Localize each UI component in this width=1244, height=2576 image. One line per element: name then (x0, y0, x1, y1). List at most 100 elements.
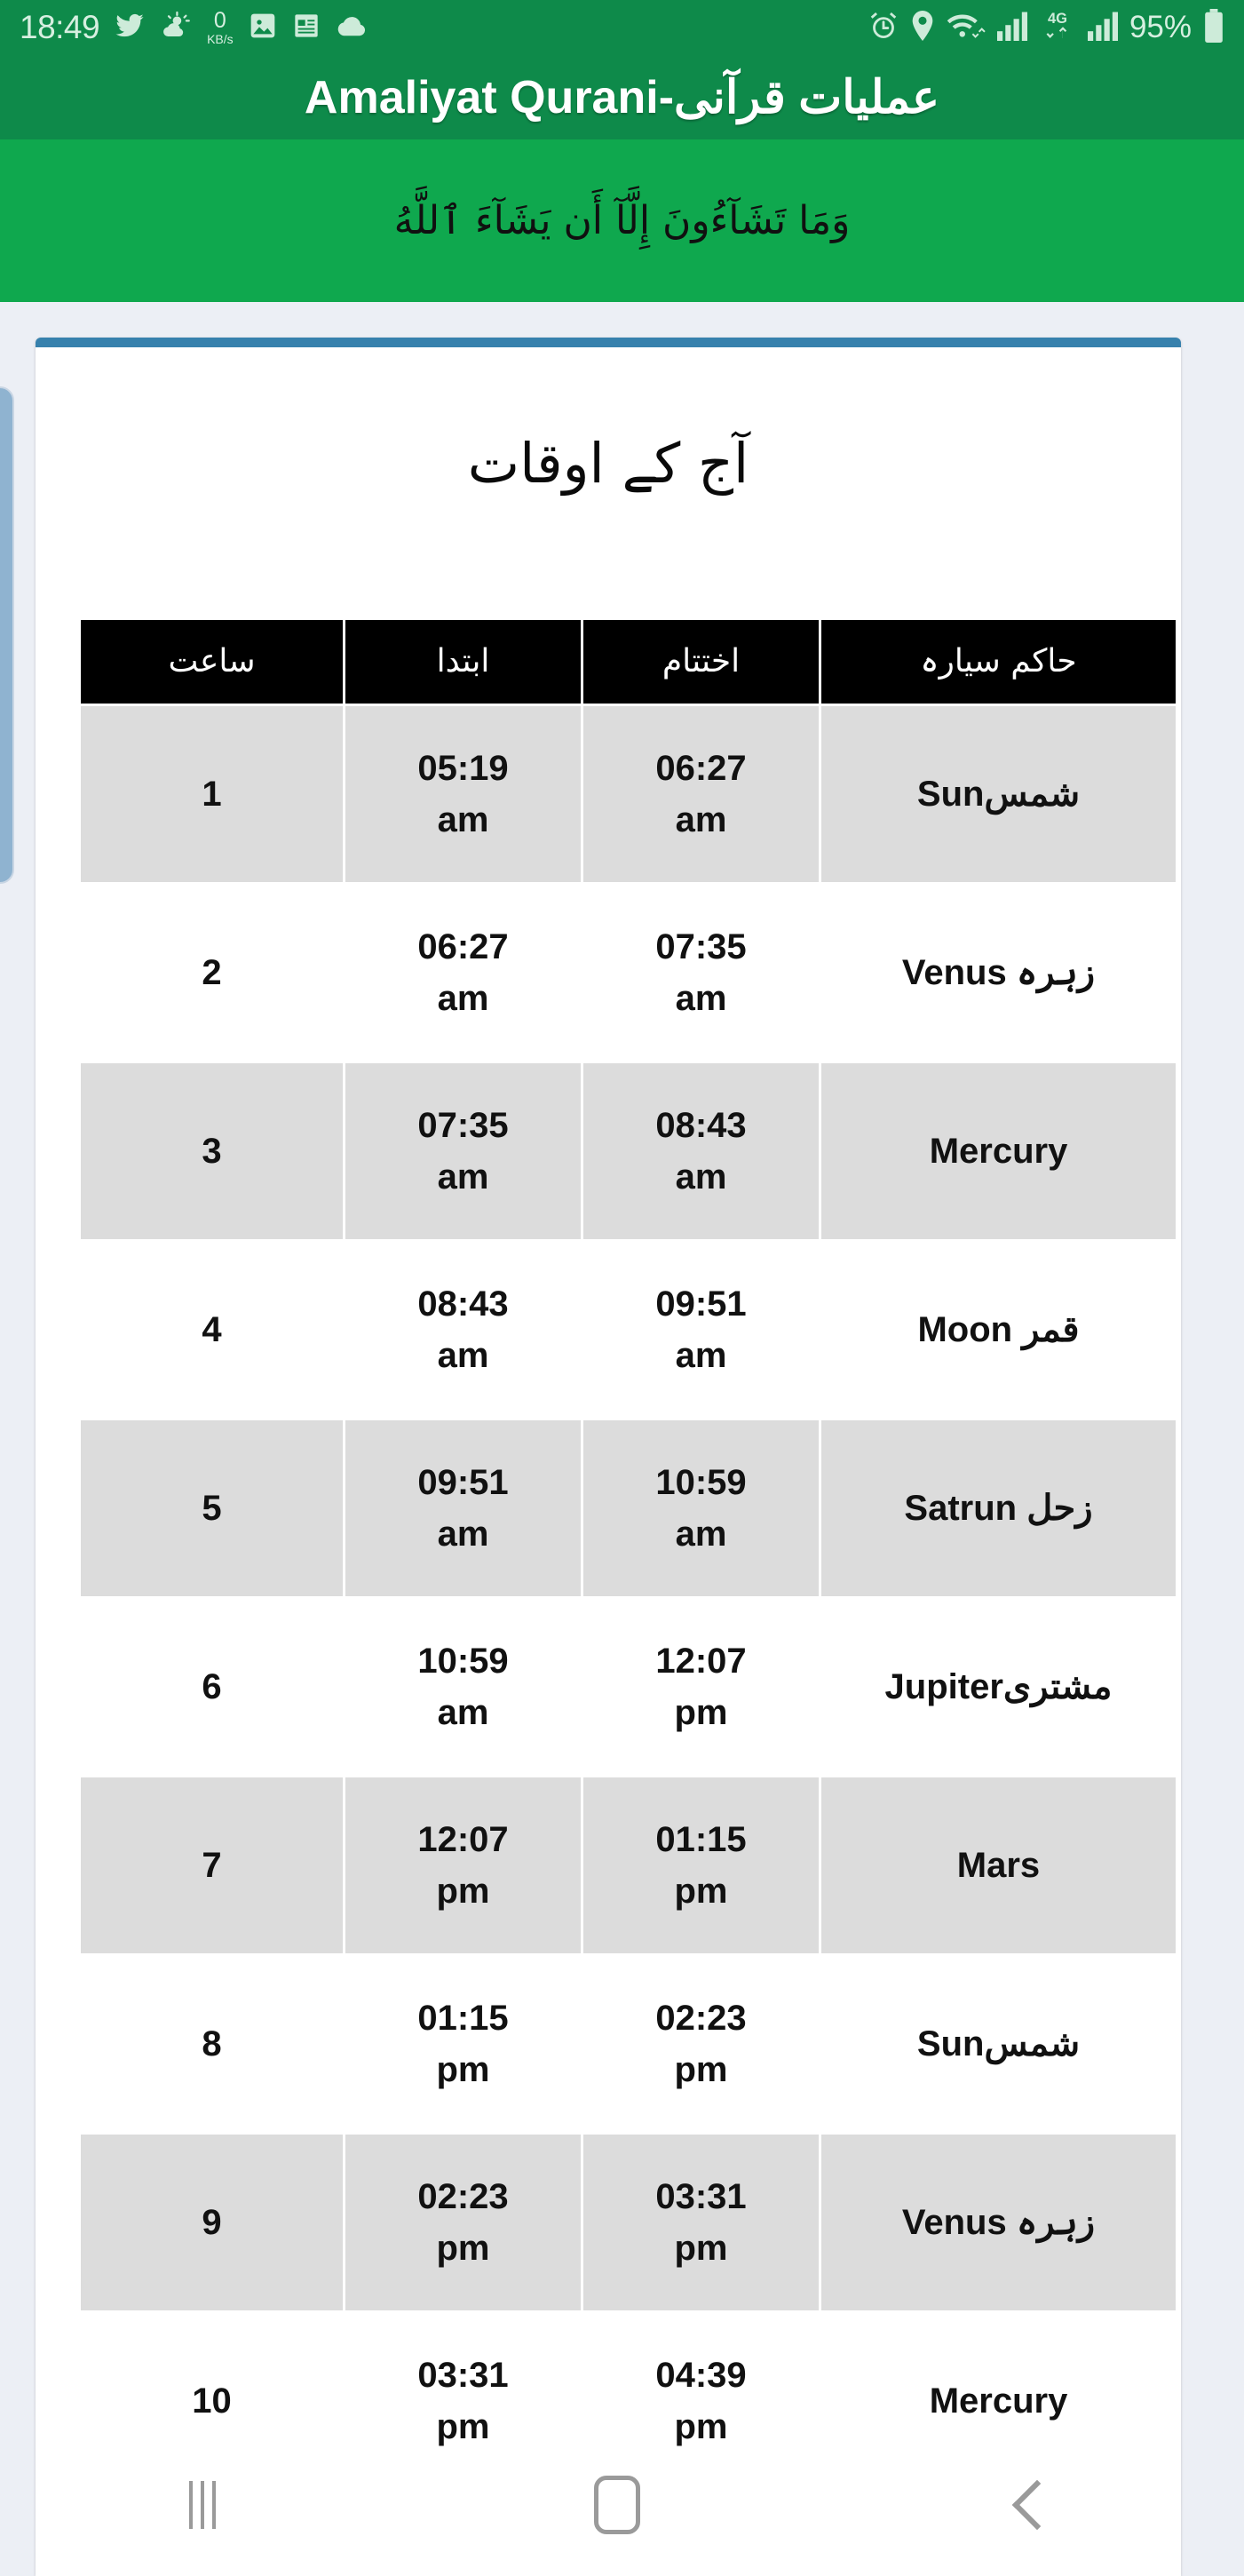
cell-hour-number: 3 (81, 1062, 343, 1239)
start-time-value: 06:27 (417, 926, 509, 966)
column-header-end: اختتام (583, 619, 819, 704)
end-time-meridiem: am (675, 799, 727, 839)
cell-ruling-planet: شمسSun (821, 1955, 1176, 2132)
start-time-meridiem: am (437, 1514, 489, 1554)
column-header-start: ابتدا (345, 619, 581, 704)
cell-ruling-planet: زحل Satrun (821, 1419, 1176, 1596)
planetary-hours-table: ساعت ابتدا اختتام حاکم سیارہ 1 05:19 am 06:… (78, 617, 1178, 2492)
end-time-meridiem: am (675, 1514, 727, 1554)
table-row: 6 10:59 am 12:07 pm مشتریJupiter (81, 1598, 1176, 1775)
twitter-icon (115, 11, 145, 45)
start-time-meridiem: am (437, 978, 489, 1018)
cell-start-time: 02:23 pm (345, 2134, 581, 2310)
end-time-value: 01:15 (655, 1819, 747, 1859)
start-time-value: 05:19 (417, 748, 509, 788)
end-time-value: 04:39 (655, 2355, 747, 2395)
table-row: 1 05:19 am 06:27 am شمسSun (81, 705, 1176, 882)
start-time-meridiem: am (437, 1157, 489, 1197)
cell-start-time: 09:51 am (345, 1419, 581, 1596)
start-time-value: 09:51 (417, 1462, 509, 1502)
verse-banner: وَمَا تَشَآءُونَ إِلَّآ أَن يَشَآءَ ٱللَ… (0, 139, 1244, 302)
end-time-meridiem: pm (674, 1871, 728, 1911)
start-time-meridiem: pm (436, 2049, 490, 2089)
end-time-meridiem: pm (674, 2406, 728, 2446)
cell-hour-number: 1 (81, 705, 343, 882)
start-time-value: 02:23 (417, 2176, 509, 2216)
cell-end-time: 07:35 am (583, 884, 819, 1061)
cell-end-time: 10:59 am (583, 1419, 819, 1596)
cell-hour-number: 10 (81, 2312, 343, 2489)
gallery-icon (249, 11, 277, 45)
cell-start-time: 12:07 pm (345, 1777, 581, 1953)
cell-ruling-planet: Mars (821, 1777, 1176, 1953)
cell-start-time: 06:27 am (345, 884, 581, 1061)
cell-end-time: 12:07 pm (583, 1598, 819, 1775)
start-time-meridiem: am (437, 1335, 489, 1375)
table-head: ساعت ابتدا اختتام حاکم سیارہ (81, 619, 1176, 704)
table-body: 1 05:19 am 06:27 am شمسSun 2 06:27 am 07:35 am زہرہ… (81, 705, 1176, 2489)
quran-verse-text: وَمَا تَشَآءُونَ إِلَّآ أَن يَشَآءَ ٱللَ… (393, 198, 851, 243)
cell-start-time: 07:35 am (345, 1062, 581, 1239)
cell-end-time: 06:27 am (583, 705, 819, 882)
cell-ruling-planet: Mercury (821, 1062, 1176, 1239)
end-time-meridiem: am (675, 1335, 727, 1375)
end-time-value: 10:59 (655, 1462, 747, 1502)
cell-hour-number: 8 (81, 1955, 343, 2132)
table-row: 5 09:51 am 10:59 am زحل Satrun (81, 1419, 1176, 1596)
cell-start-time: 01:15 pm (345, 1955, 581, 2132)
data-speed-icon: 0 KB/s (207, 8, 234, 46)
column-header-planet: حاکم سیارہ (821, 619, 1176, 704)
battery-icon (1203, 8, 1224, 47)
status-bar: 18:49 0 KB/s 4G 95% (0, 0, 1244, 55)
alarm-icon (868, 11, 899, 45)
end-time-value: 03:31 (655, 2176, 747, 2216)
cloud-icon (336, 12, 368, 44)
end-time-value: 06:27 (655, 748, 747, 788)
cell-start-time: 08:43 am (345, 1241, 581, 1418)
signal-icon (996, 11, 1027, 45)
table-header-row: ساعت ابتدا اختتام حاکم سیارہ (81, 619, 1176, 704)
cell-end-time: 04:39 pm (583, 2312, 819, 2489)
start-time-meridiem: pm (436, 2228, 490, 2268)
cell-hour-number: 5 (81, 1419, 343, 1596)
cell-hour-number: 2 (81, 884, 343, 1061)
page-body: آج کے اوقات ساعت ابتدا اختتام حاکم سیارہ… (0, 302, 1244, 2576)
cell-hour-number: 4 (81, 1241, 343, 1418)
end-time-value: 12:07 (655, 1641, 747, 1681)
status-clock: 18:49 (20, 9, 100, 45)
end-time-value: 09:51 (655, 1284, 747, 1324)
start-time-meridiem: am (437, 799, 489, 839)
cell-end-time: 03:31 pm (583, 2134, 819, 2310)
table-row: 9 02:23 pm 03:31 pm زہرہ Venus (81, 2134, 1176, 2310)
cell-ruling-planet: زہرہ Venus (821, 884, 1176, 1061)
data-speed-value: 0 (213, 8, 226, 33)
end-time-meridiem: pm (674, 2228, 728, 2268)
status-bar-right: 4G 95% (868, 8, 1224, 47)
cell-end-time: 08:43 am (583, 1062, 819, 1239)
location-icon (910, 10, 935, 45)
start-time-value: 01:15 (417, 1998, 509, 2038)
status-bar-left: 18:49 0 KB/s (20, 9, 368, 46)
app-title: عملیات قرآنی-Amaliyat Qurani (304, 71, 940, 123)
start-time-value: 12:07 (417, 1819, 509, 1859)
end-time-meridiem: pm (674, 1692, 728, 1732)
weather-icon (160, 11, 192, 45)
end-time-meridiem: pm (674, 2049, 728, 2089)
app-bar: عملیات قرآنی-Amaliyat Qurani (0, 55, 1244, 139)
table-row: 8 01:15 pm 02:23 pm شمسSun (81, 1955, 1176, 2132)
cell-end-time: 09:51 am (583, 1241, 819, 1418)
cell-ruling-planet: قمر Moon (821, 1241, 1176, 1418)
edge-drawer-handle[interactable] (0, 386, 14, 884)
page-title: آج کے اوقات (467, 431, 749, 496)
table-row: 7 12:07 pm 01:15 pm Mars (81, 1777, 1176, 1953)
wifi-icon (947, 11, 986, 45)
cell-hour-number: 6 (81, 1598, 343, 1775)
data-speed-unit: KB/s (207, 32, 234, 46)
cell-hour-number: 9 (81, 2134, 343, 2310)
cell-end-time: 02:23 pm (583, 1955, 819, 2132)
cell-start-time: 10:59 am (345, 1598, 581, 1775)
news-icon (292, 11, 321, 45)
end-time-value: 08:43 (655, 1105, 747, 1145)
today-times-card: آج کے اوقات ساعت ابتدا اختتام حاکم سیارہ… (36, 338, 1181, 2576)
end-time-value: 07:35 (655, 926, 747, 966)
